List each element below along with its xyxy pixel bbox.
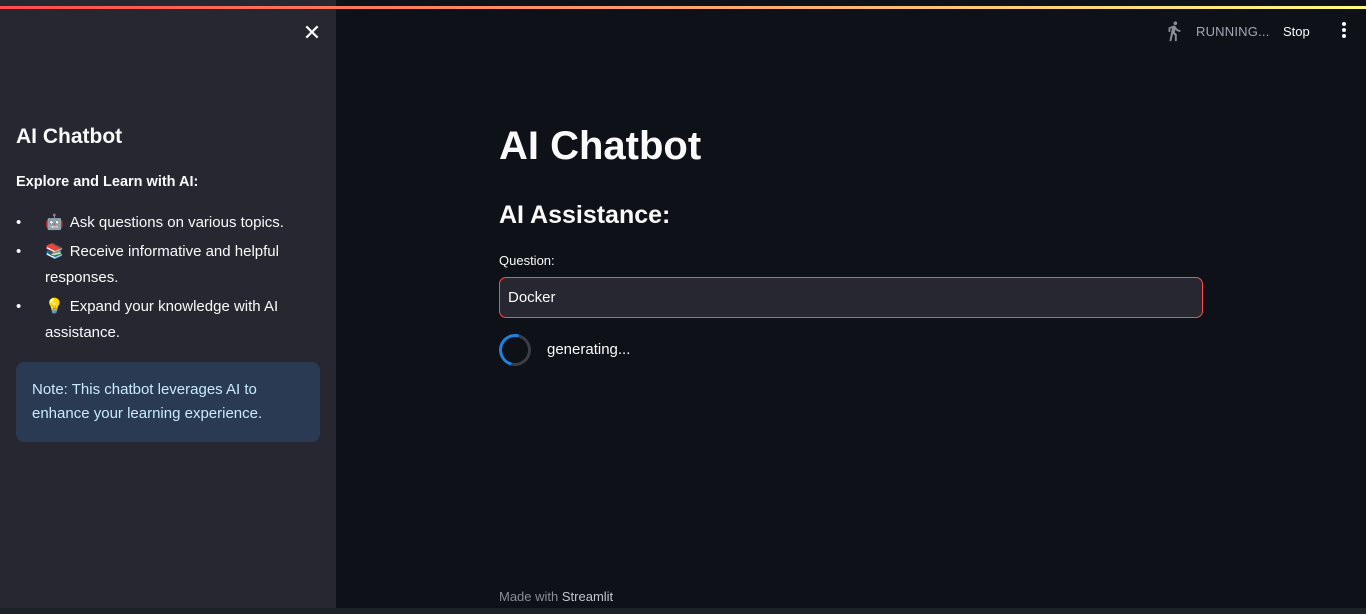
loading-spinner-icon bbox=[493, 328, 537, 372]
list-item: 🤖 Ask questions on various topics. bbox=[16, 210, 316, 236]
streamlit-link[interactable]: Streamlit bbox=[562, 589, 613, 604]
list-item-text: Receive informative and helpful response… bbox=[45, 243, 279, 286]
footer: Made with Streamlit bbox=[499, 589, 613, 604]
sidebar-title: AI Chatbot bbox=[16, 125, 123, 148]
list-item-text: Expand your knowledge with AI assistance… bbox=[45, 298, 279, 341]
section-heading: AI Assistance: bbox=[499, 201, 671, 229]
sidebar-subtitle: Explore and Learn with AI: bbox=[16, 174, 199, 190]
question-label: Question: bbox=[499, 253, 555, 268]
list-item: 💡Expand your knowledge with AI assistanc… bbox=[16, 294, 316, 346]
books-icon: 📚 bbox=[45, 243, 64, 260]
list-item-text: Ask questions on various topics. bbox=[69, 214, 284, 231]
generating-status: generating... bbox=[547, 341, 631, 358]
bottom-strip bbox=[0, 608, 1366, 614]
top-decoration-stripe bbox=[0, 6, 1366, 9]
question-input[interactable] bbox=[499, 277, 1203, 318]
stop-button[interactable]: Stop bbox=[1283, 24, 1310, 39]
close-sidebar-icon[interactable]: ✕ bbox=[302, 22, 322, 44]
kebab-menu-icon[interactable] bbox=[1338, 22, 1350, 40]
list-item: 📚Receive informative and helpful respons… bbox=[16, 239, 316, 291]
robot-icon: 🤖 bbox=[45, 214, 64, 231]
running-status: RUNNING... bbox=[1196, 24, 1270, 39]
info-note: Note: This chatbot leverages AI to enhan… bbox=[16, 362, 320, 442]
running-man-icon bbox=[1168, 21, 1181, 42]
light-bulb-icon: 💡 bbox=[45, 298, 64, 315]
footer-prefix: Made with bbox=[499, 589, 562, 604]
page-title: AI Chatbot bbox=[499, 124, 702, 168]
sidebar: ✕ AI Chatbot Explore and Learn with AI: … bbox=[0, 0, 336, 608]
feature-list: 🤖 Ask questions on various topics. 📚Recei… bbox=[16, 210, 316, 349]
